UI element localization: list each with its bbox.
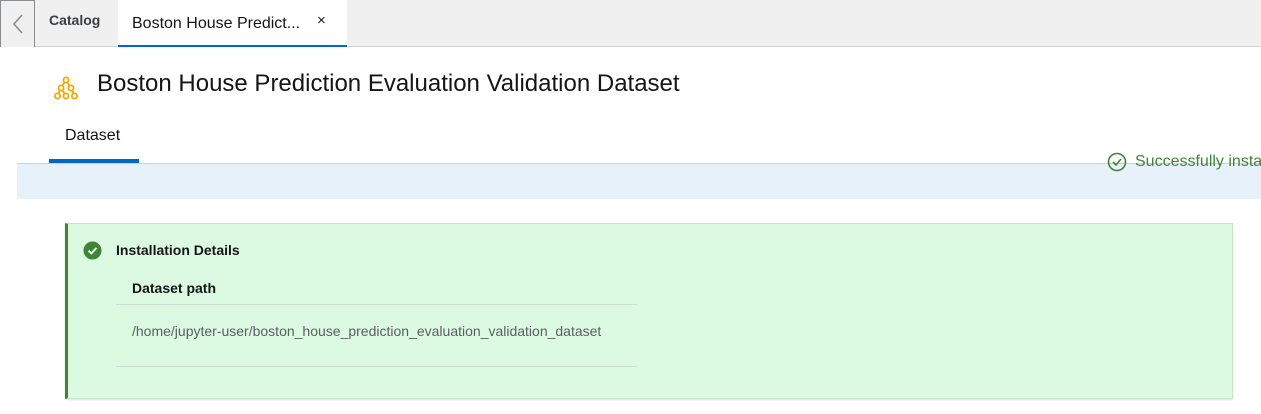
check-circle-icon: [83, 241, 102, 260]
tab-catalog[interactable]: Catalog: [49, 12, 100, 28]
check-circle-icon: [1107, 152, 1127, 172]
tab-dataset[interactable]: Dataset: [49, 118, 139, 163]
back-button[interactable]: [0, 0, 35, 47]
tab-dataset-detail-label: Boston House Predict...: [132, 15, 301, 32]
status-band: Successfully installed: [17, 152, 1261, 199]
app-root: Catalog Boston House Predict... × Boston…: [0, 0, 1261, 414]
page-title: Boston House Prediction Evaluation Valid…: [97, 70, 680, 97]
install-status-text: Successfully installed: [1135, 153, 1261, 170]
installation-details-alert: Installation Details Dataset path /home/…: [65, 223, 1233, 399]
alert-title: Installation Details: [116, 242, 240, 258]
dataset-icon: [54, 76, 78, 100]
dataset-path-value: /home/jupyter-user/boston_house_predicti…: [116, 305, 637, 367]
tab-bar: Catalog Boston House Predict... ×: [0, 0, 1261, 47]
close-tab-icon[interactable]: ×: [317, 12, 326, 29]
details-list: Dataset path /home/jupyter-user/boston_h…: [116, 272, 637, 367]
dataset-path-label: Dataset path: [116, 272, 637, 305]
tab-dataset-detail[interactable]: Boston House Predict... ×: [118, 0, 347, 47]
tab-dataset-label: Dataset: [65, 127, 121, 144]
install-status: Successfully installed: [1107, 152, 1261, 172]
chevron-left-icon: [12, 14, 23, 34]
section-tabs: Dataset: [17, 118, 1261, 164]
